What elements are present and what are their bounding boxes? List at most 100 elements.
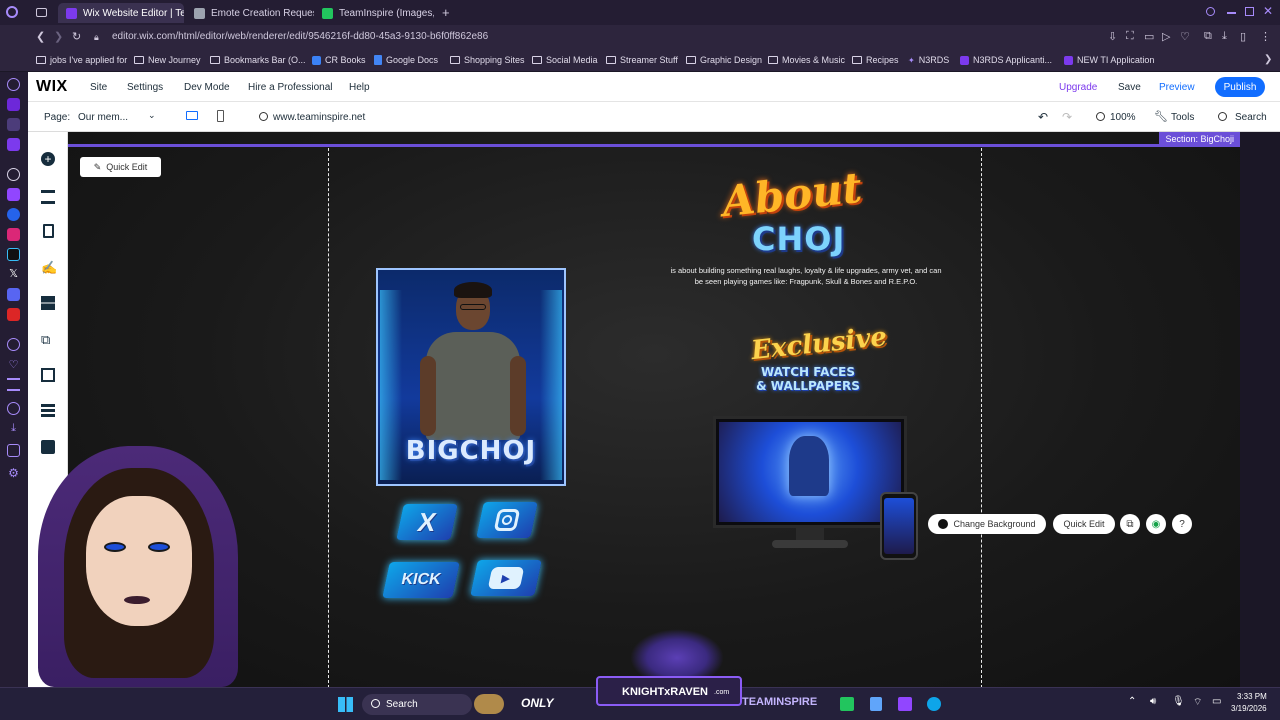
minimize-button[interactable]: [1227, 12, 1236, 14]
x-icon[interactable]: 𝕏: [7, 268, 20, 281]
bookmark-recipes[interactable]: Recipes: [852, 55, 899, 65]
youtube-social-button[interactable]: ▶: [470, 560, 542, 596]
settings-icon[interactable]: ⚙: [7, 466, 20, 480]
business-tools-icon[interactable]: ⧉: [41, 332, 55, 347]
instagram-icon[interactable]: [7, 228, 20, 241]
wix-logo[interactable]: WIX: [36, 78, 68, 96]
bookmark-shopping[interactable]: Shopping Sites: [450, 55, 525, 65]
bookmark-n3rds[interactable]: ✦ N3RDS: [908, 55, 949, 65]
menu-help[interactable]: Help: [349, 82, 370, 93]
windows-start-icon[interactable]: [338, 697, 353, 712]
undo-icon[interactable]: ↶: [1038, 110, 1048, 124]
tray-chevron-icon[interactable]: ⌃: [1128, 696, 1136, 707]
chevron-down-icon[interactable]: ⌄: [148, 110, 156, 121]
add-elements-icon[interactable]: +: [41, 152, 55, 166]
tiktok-icon[interactable]: [7, 248, 20, 261]
forward-arrow-icon[interactable]: ❯: [54, 30, 63, 43]
tab-emote-request[interactable]: Emote Creation Request: [186, 3, 314, 23]
add-section-icon[interactable]: [41, 190, 55, 204]
heart-icon[interactable]: ♡: [7, 358, 20, 371]
search-button[interactable]: Search: [1235, 112, 1267, 123]
tools-button[interactable]: Tools: [1171, 112, 1194, 123]
clock-icon[interactable]: [7, 402, 20, 415]
bookmark-social[interactable]: Social Media: [532, 55, 598, 65]
reload-icon[interactable]: ↻: [72, 30, 81, 43]
tab-wix-editor[interactable]: Wix Website Editor | Team: [58, 3, 184, 23]
twitch-taskbar-icon[interactable]: [898, 697, 912, 711]
zoom-level[interactable]: 100%: [1110, 112, 1136, 123]
close-window-button[interactable]: ✕: [1263, 4, 1273, 18]
domain-field[interactable]: www.teaminspire.net: [273, 112, 365, 123]
search-tabs-icon[interactable]: [1206, 7, 1215, 16]
network-icon[interactable]: ⌔: [1193, 696, 1202, 709]
back-arrow-icon[interactable]: ❮: [36, 30, 45, 43]
profile-image-card[interactable]: BIGCHOJ: [376, 268, 566, 486]
layout-icon[interactable]: ⧉: [1120, 514, 1140, 534]
bookmark-graphic[interactable]: Graphic Design: [686, 55, 762, 65]
profile-icon[interactable]: [6, 6, 18, 18]
monitor-mockup[interactable]: [713, 416, 907, 528]
excel-icon[interactable]: [840, 697, 854, 711]
menu-settings[interactable]: Settings: [127, 82, 163, 93]
favorite-icon[interactable]: ♡: [1180, 30, 1190, 43]
twitch-icon[interactable]: [7, 188, 20, 201]
bookmark-new-journey[interactable]: New Journey: [134, 55, 201, 65]
page-selector[interactable]: Our mem...: [78, 112, 128, 123]
youtube-icon[interactable]: [7, 308, 20, 321]
workspaces-icon[interactable]: [7, 118, 20, 131]
section-tag[interactable]: Section: BigChoji: [1159, 132, 1240, 146]
save-button[interactable]: Save: [1118, 82, 1141, 93]
screenshot-icon[interactable]: ⛶: [1126, 30, 1134, 43]
help-icon[interactable]: ?: [1172, 514, 1192, 534]
menu-hire-professional[interactable]: Hire a Professional: [248, 82, 332, 93]
x-social-button[interactable]: X: [396, 504, 458, 540]
apps-icon[interactable]: [41, 296, 55, 310]
battery-icon[interactable]: ▭: [1212, 696, 1221, 707]
tab-teaminspire[interactable]: TeamInspire (Images, Post: [314, 3, 434, 23]
bookmark-streamer[interactable]: Streamer Stuff: [606, 55, 678, 65]
play-icon[interactable]: ▷: [1162, 30, 1170, 43]
downloads-icon[interactable]: ⤓: [7, 422, 20, 435]
bookmark-jobs[interactable]: jobs I've applied for: [36, 55, 127, 65]
news-widget-icon[interactable]: [474, 694, 504, 714]
url-field[interactable]: editor.wix.com/html/editor/web/renderer/…: [112, 31, 488, 42]
desktop-view-icon[interactable]: [186, 111, 198, 120]
menu-site[interactable]: Site: [90, 82, 107, 93]
notes-icon[interactable]: [7, 378, 20, 391]
instagram-social-button[interactable]: [476, 502, 538, 538]
redo-icon[interactable]: ↷: [1062, 110, 1072, 124]
discord-icon[interactable]: [7, 288, 20, 301]
aria-icon[interactable]: [7, 98, 20, 111]
sidebar-icon[interactable]: ▯: [1240, 30, 1246, 43]
menu-icon[interactable]: ⋮: [1260, 30, 1271, 43]
bookmark-movies[interactable]: Movies & Music: [768, 55, 845, 65]
browser-taskbar-icon[interactable]: [927, 697, 941, 711]
speed-dial-icon[interactable]: [7, 78, 20, 91]
bookmark-icon[interactable]: ▭: [1144, 30, 1154, 43]
mic-icon[interactable]: 🎙︎: [1172, 696, 1185, 707]
quick-edit-button[interactable]: ✎ Quick Edit: [80, 157, 161, 177]
mobile-view-icon[interactable]: [217, 110, 224, 122]
design-icon[interactable]: ✍: [41, 260, 57, 275]
publish-button[interactable]: Publish: [1215, 77, 1265, 97]
maximize-button[interactable]: [1245, 7, 1254, 16]
history-icon[interactable]: [7, 338, 20, 351]
media-icon[interactable]: [41, 368, 55, 382]
upgrade-button[interactable]: Upgrade: [1059, 82, 1097, 93]
extensions-icon[interactable]: ⧉: [1204, 30, 1212, 43]
tab-actions-icon[interactable]: [36, 8, 47, 17]
menu-dev-mode[interactable]: Dev Mode: [184, 82, 230, 93]
taskbar-search[interactable]: Search: [362, 694, 472, 715]
change-background-button[interactable]: Change Background: [928, 514, 1046, 534]
preview-button[interactable]: Preview: [1159, 82, 1195, 93]
download-icon[interactable]: ⤓: [1222, 30, 1227, 43]
animation-icon[interactable]: ◉: [1146, 514, 1166, 534]
extensions-sidebar-icon[interactable]: [7, 444, 20, 457]
bookmark-n3rds-app[interactable]: N3RDS Applicanti...: [960, 55, 1052, 65]
pages-icon[interactable]: [43, 224, 54, 238]
tools-icon[interactable]: 🔧︎: [1154, 110, 1168, 123]
bookmark-cr-books[interactable]: CR Books: [312, 55, 366, 65]
cast-icon[interactable]: ⇩: [1108, 30, 1117, 43]
messenger-icon[interactable]: [7, 138, 20, 151]
phone-mockup[interactable]: [880, 492, 918, 560]
